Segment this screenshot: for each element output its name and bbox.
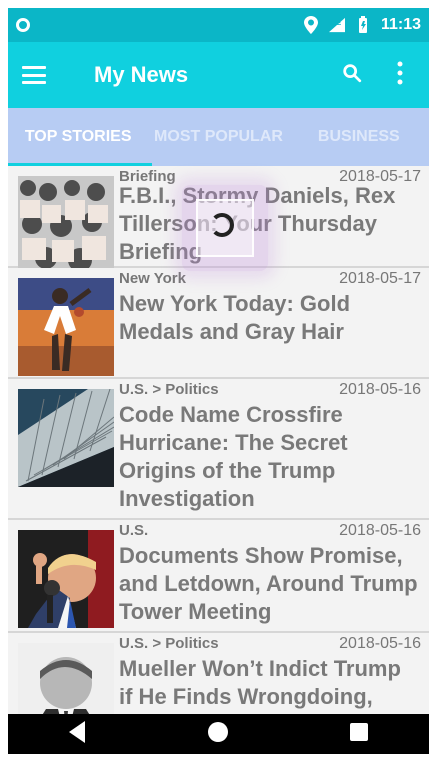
story-thumbnail xyxy=(18,278,114,376)
story-date: 2018-05-16 xyxy=(339,635,421,652)
story-section: U.S. > Politics xyxy=(119,635,219,652)
story-title[interactable]: F.B.I., Stormy Daniels, Rex Tillerson: Y… xyxy=(119,182,419,266)
loading-overlay xyxy=(182,185,268,271)
category-tabs: TOP STORIES MOST POPULAR BUSINESS xyxy=(8,108,429,166)
home-circle-icon xyxy=(207,721,229,748)
story-section: U.S. > Politics xyxy=(119,381,219,398)
status-left xyxy=(16,18,30,32)
story-item[interactable]: New York 2018-05-17 New York Today: Gold… xyxy=(8,268,429,379)
story-date: 2018-05-16 xyxy=(339,381,421,398)
notification-dot-icon xyxy=(16,18,30,32)
battery-icon xyxy=(355,16,371,33)
back-button[interactable] xyxy=(53,719,103,749)
story-section: U.S. xyxy=(119,522,149,539)
recent-apps-button[interactable] xyxy=(334,719,384,749)
square-icon xyxy=(349,722,369,747)
tab-most-popular[interactable]: MOST POPULAR xyxy=(148,128,288,146)
clock: 11:13 xyxy=(380,16,421,33)
story-title[interactable]: New York Today: Gold Medals and Gray Hai… xyxy=(119,290,419,346)
tab-top-stories[interactable]: TOP STORIES xyxy=(8,128,148,146)
story-section: New York xyxy=(119,270,186,287)
story-date: 2018-05-16 xyxy=(339,522,421,539)
android-navigation-bar xyxy=(8,714,429,754)
story-thumbnail xyxy=(18,176,114,274)
story-title[interactable]: Code Name Crossfire Hurricane: The Secre… xyxy=(119,401,419,513)
search-button[interactable] xyxy=(337,60,367,90)
home-button[interactable] xyxy=(193,719,243,749)
menu-icon[interactable] xyxy=(22,66,46,84)
search-icon xyxy=(341,62,363,89)
story-thumbnail xyxy=(18,643,114,714)
story-title[interactable]: Documents Show Promise, and Letdown, Aro… xyxy=(119,542,419,626)
more-vertical-icon xyxy=(397,61,403,90)
story-item[interactable]: U.S. > Politics 2018-05-16 Mueller Won’t… xyxy=(8,633,429,714)
status-right: LTE 11:13 xyxy=(303,16,421,34)
back-triangle-icon xyxy=(69,720,87,748)
story-date: 2018-05-17 xyxy=(339,270,421,287)
signal-icon: LTE xyxy=(328,17,345,33)
tab-business[interactable]: BUSINESS xyxy=(289,128,429,146)
story-item[interactable]: U.S. > Politics 2018-05-16 Code Name Cro… xyxy=(8,379,429,520)
network-type: LTE xyxy=(330,20,341,27)
app-bar: My News xyxy=(8,42,429,108)
loading-spinner-icon xyxy=(210,213,234,237)
story-title[interactable]: Mueller Won’t Indict Trump if He Finds W… xyxy=(119,655,419,711)
story-thumbnail xyxy=(18,389,114,487)
app-title: My News xyxy=(94,62,189,87)
story-thumbnail xyxy=(18,530,114,628)
phone-frame: LTE 11:13 My News TOP STORIES MOST POPUL… xyxy=(8,8,429,754)
more-options-button[interactable] xyxy=(385,60,415,90)
location-icon xyxy=(303,16,319,34)
status-bar: LTE 11:13 xyxy=(8,8,429,42)
story-item[interactable]: U.S. 2018-05-16 Documents Show Promise, … xyxy=(8,520,429,633)
